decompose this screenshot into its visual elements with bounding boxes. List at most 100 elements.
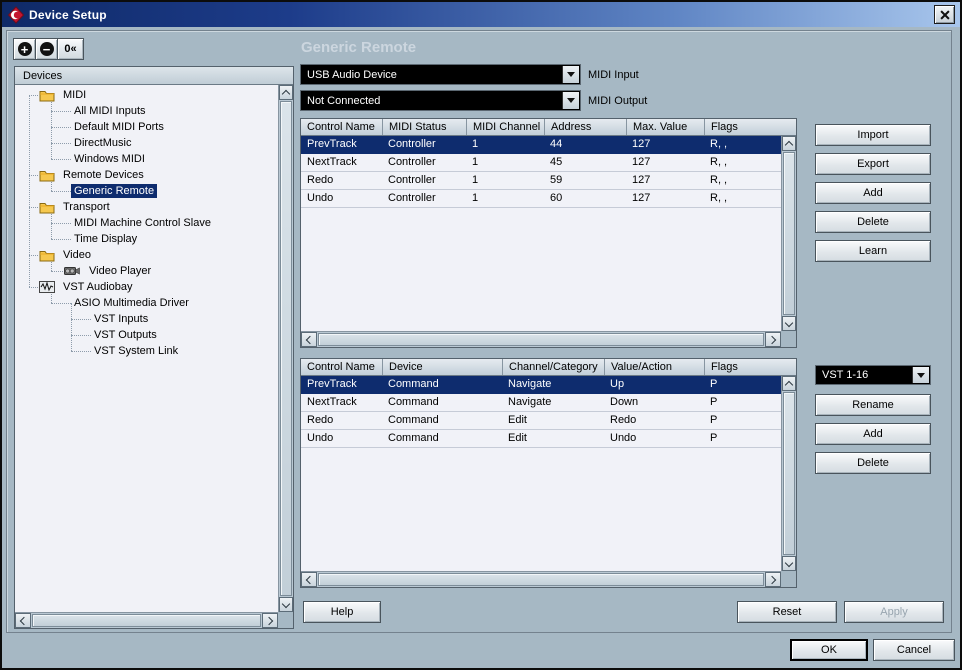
table-row[interactable]: Redo Command Edit Redo P — [301, 412, 781, 430]
tree-item-remote-devices[interactable]: Remote Devices — [15, 167, 278, 183]
scrollbar-thumb[interactable] — [783, 392, 795, 555]
chevron-left-icon — [306, 335, 314, 343]
scroll-down-button[interactable] — [782, 316, 796, 331]
export-button[interactable]: Export — [815, 153, 931, 175]
scroll-right-button[interactable] — [765, 332, 781, 347]
tree-item-midi[interactable]: MIDI — [15, 87, 278, 103]
titlebar[interactable]: Device Setup — [2, 2, 960, 27]
scrollbar-track[interactable] — [31, 613, 262, 628]
table-row[interactable]: Undo Controller 1 60 127 R, , — [301, 190, 781, 208]
tree-item-default-midi-ports[interactable]: Default MIDI Ports — [15, 119, 278, 135]
delete-bank-button[interactable]: Delete — [815, 452, 931, 474]
table-row[interactable]: PrevTrack Controller 1 44 127 R, , — [301, 136, 781, 154]
table-cell: 1 — [466, 172, 544, 189]
close-button[interactable] — [934, 5, 955, 24]
midi-output-select[interactable]: Not Connected — [300, 90, 581, 111]
midi-input-select[interactable]: USB Audio Device — [300, 64, 581, 85]
tree-item-vst-audiobay[interactable]: VST Audiobay — [15, 279, 278, 295]
scrollbar-corner — [781, 331, 796, 347]
ok-button[interactable]: OK — [790, 639, 868, 661]
column-header: Device — [382, 359, 502, 375]
upper-table-vertical-scrollbar[interactable] — [781, 136, 796, 331]
table-row[interactable]: Undo Command Edit Undo P — [301, 430, 781, 448]
dropdown-arrow-button[interactable] — [562, 66, 579, 83]
folder-icon — [39, 89, 55, 102]
column-header: Address — [544, 119, 626, 135]
folder-icon — [39, 169, 55, 182]
table-cell: Undo — [301, 190, 382, 207]
scrollbar-thumb[interactable] — [32, 614, 261, 627]
add-device-button[interactable]: + — [13, 38, 36, 60]
tree-item-all-midi-inputs[interactable]: All MIDI Inputs — [15, 103, 278, 119]
devices-horizontal-scrollbar[interactable] — [15, 612, 278, 628]
scroll-up-button[interactable] — [782, 136, 796, 151]
reset-button[interactable]: Reset — [737, 601, 837, 623]
table-cell: 127 — [626, 154, 704, 171]
table-cell: 127 — [626, 190, 704, 207]
table-row[interactable]: NextTrack Controller 1 45 127 R, , — [301, 154, 781, 172]
scroll-left-button[interactable] — [301, 332, 317, 347]
table-cell: 1 — [466, 190, 544, 207]
delete-button[interactable]: Delete — [815, 211, 931, 233]
tree-item-midi-machine-control-slave[interactable]: MIDI Machine Control Slave — [15, 215, 278, 231]
lower-table-vertical-scrollbar[interactable] — [781, 376, 796, 571]
scrollbar-track[interactable] — [279, 100, 293, 597]
tree-item-asio-multimedia-driver[interactable]: ASIO Multimedia Driver — [15, 295, 278, 311]
folder-icon — [39, 201, 55, 214]
tree-item-time-display[interactable]: Time Display — [15, 231, 278, 247]
scroll-right-button[interactable] — [765, 572, 781, 587]
device-toolbar: + − 0« — [13, 38, 84, 60]
tree-item-vst-outputs[interactable]: VST Outputs — [15, 327, 278, 343]
scrollbar-track[interactable] — [782, 391, 796, 556]
scroll-up-button[interactable] — [782, 376, 796, 391]
folder-icon — [39, 249, 55, 262]
scroll-left-button[interactable] — [15, 613, 31, 628]
scrollbar-thumb[interactable] — [280, 101, 292, 596]
tree-item-video[interactable]: Video — [15, 247, 278, 263]
scrollbar-track[interactable] — [317, 572, 765, 587]
chevron-up-icon — [785, 380, 793, 388]
devices-vertical-scrollbar[interactable] — [278, 85, 293, 612]
column-header: Flags — [704, 119, 796, 135]
reset-view-label: 0« — [64, 43, 76, 55]
scroll-right-button[interactable] — [262, 613, 278, 628]
dropdown-arrow-button[interactable] — [562, 92, 579, 109]
dropdown-arrow-button[interactable] — [912, 367, 929, 383]
scroll-down-button[interactable] — [782, 556, 796, 571]
rename-bank-button[interactable]: Rename — [815, 394, 931, 416]
scrollbar-thumb[interactable] — [318, 333, 764, 346]
cancel-button[interactable]: Cancel — [873, 639, 955, 661]
help-button[interactable]: Help — [303, 601, 381, 623]
scroll-down-button[interactable] — [279, 597, 293, 612]
bank-select[interactable]: VST 1-16 — [815, 365, 931, 385]
table-row[interactable]: NextTrack Command Navigate Down P — [301, 394, 781, 412]
scrollbar-track[interactable] — [782, 151, 796, 316]
reset-view-button[interactable]: 0« — [57, 38, 84, 60]
import-button[interactable]: Import — [815, 124, 931, 146]
window-title: Device Setup — [29, 8, 107, 22]
remove-device-button[interactable]: − — [35, 38, 58, 60]
tree-item-directmusic[interactable]: DirectMusic — [15, 135, 278, 151]
tree-item-video-player[interactable]: Video Player — [15, 263, 278, 279]
lower-table-horizontal-scrollbar[interactable] — [301, 571, 781, 587]
table-row[interactable]: PrevTrack Command Navigate Up P — [301, 376, 781, 394]
scroll-up-button[interactable] — [279, 85, 293, 100]
upper-table-horizontal-scrollbar[interactable] — [301, 331, 781, 347]
table-cell: Redo — [301, 172, 382, 189]
scrollbar-thumb[interactable] — [318, 573, 764, 586]
table-cell: Command — [382, 412, 502, 429]
chevron-down-icon — [567, 98, 575, 103]
add-bank-button[interactable]: Add — [815, 423, 931, 445]
tree-item-windows-midi[interactable]: Windows MIDI — [15, 151, 278, 167]
tree-item-generic-remote[interactable]: Generic Remote — [15, 183, 278, 199]
scrollbar-track[interactable] — [317, 332, 765, 347]
scrollbar-thumb[interactable] — [783, 152, 795, 315]
tree-item-transport[interactable]: Transport — [15, 199, 278, 215]
tree-item-vst-system-link[interactable]: VST System Link — [15, 343, 278, 359]
table-cell: 1 — [466, 154, 544, 171]
tree-item-vst-inputs[interactable]: VST Inputs — [15, 311, 278, 327]
add-button[interactable]: Add — [815, 182, 931, 204]
scroll-left-button[interactable] — [301, 572, 317, 587]
table-row[interactable]: Redo Controller 1 59 127 R, , — [301, 172, 781, 190]
learn-button[interactable]: Learn — [815, 240, 931, 262]
